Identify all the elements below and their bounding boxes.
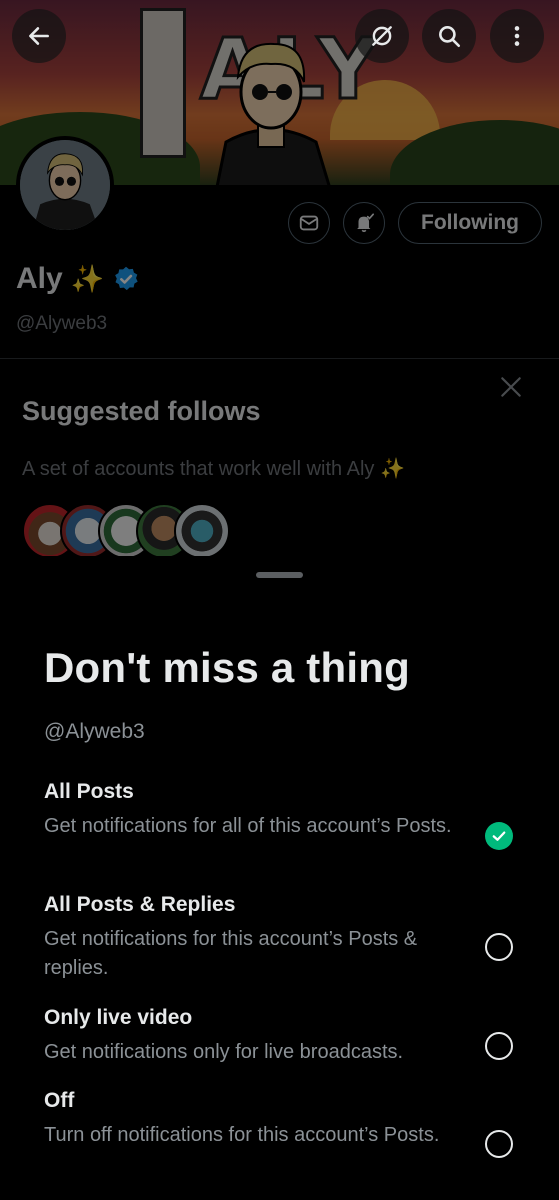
sheet-drag-handle[interactable] bbox=[256, 572, 303, 578]
option-title: Only live video bbox=[44, 1006, 193, 1029]
option-radio[interactable] bbox=[485, 933, 513, 961]
profile-screen: ALY bbox=[0, 0, 559, 1200]
profile-name-row: Aly ✨ bbox=[16, 262, 140, 296]
sheet-title: Don't miss a thing bbox=[44, 644, 410, 691]
profile-avatar[interactable] bbox=[16, 136, 114, 234]
banner-character-illustration bbox=[215, 42, 331, 185]
checkmark-icon bbox=[492, 831, 506, 841]
search-button[interactable] bbox=[422, 9, 476, 63]
notifications-button[interactable] bbox=[343, 202, 385, 244]
divider bbox=[0, 358, 559, 359]
option-title: Off bbox=[44, 1089, 75, 1112]
option-radio[interactable] bbox=[485, 1130, 513, 1158]
avatar-illustration bbox=[20, 140, 110, 230]
following-button[interactable]: Following bbox=[398, 202, 542, 244]
search-icon bbox=[439, 26, 461, 48]
suggested-avatar bbox=[174, 503, 230, 559]
option-description: Get notifications for all of this accoun… bbox=[44, 815, 452, 837]
option-title: All Posts & Replies bbox=[44, 893, 236, 916]
option-description: Get notifications for this account’s Pos… bbox=[44, 928, 418, 979]
arrow-left-icon bbox=[29, 27, 49, 45]
option-all-posts-replies[interactable]: All Posts & Replies Get notifications fo… bbox=[44, 891, 544, 983]
profile-display-name: Aly bbox=[16, 262, 63, 295]
grok-icon bbox=[372, 26, 392, 46]
option-radio[interactable] bbox=[485, 1032, 513, 1060]
notification-settings-sheet: Don't miss a thing @Alyweb3 All Posts Ge… bbox=[0, 556, 559, 1200]
back-button[interactable] bbox=[12, 9, 66, 63]
more-options-button[interactable] bbox=[490, 9, 544, 63]
option-all-posts[interactable]: All Posts Get notifications for all of t… bbox=[44, 778, 544, 850]
sparkle-emoji: ✨ bbox=[70, 264, 105, 294]
option-description: Turn off notifications for this account’… bbox=[44, 1124, 440, 1146]
option-off[interactable]: Off Turn off notifications for this acco… bbox=[44, 1087, 544, 1158]
bell-check-icon bbox=[357, 213, 374, 233]
option-radio-selected[interactable] bbox=[485, 822, 513, 850]
suggested-follows-title: Suggested follows bbox=[22, 396, 261, 426]
verified-badge-icon[interactable] bbox=[112, 265, 140, 293]
sheet-handle: @Alyweb3 bbox=[44, 720, 145, 743]
option-only-live-video[interactable]: Only live video Get notifications only f… bbox=[44, 1004, 544, 1067]
profile-handle: @Alyweb3 bbox=[16, 313, 108, 334]
close-icon[interactable] bbox=[498, 374, 524, 400]
more-vertical-icon bbox=[514, 26, 520, 46]
message-button[interactable] bbox=[288, 202, 330, 244]
grok-button[interactable] bbox=[355, 9, 409, 63]
envelope-icon bbox=[299, 215, 319, 231]
option-title: All Posts bbox=[44, 780, 134, 803]
option-description: Get notifications only for live broadcas… bbox=[44, 1041, 404, 1063]
suggested-avatars-stack[interactable] bbox=[22, 503, 242, 559]
banner-tower bbox=[140, 8, 186, 158]
suggested-follows-subtitle: A set of accounts that work well with Al… bbox=[22, 458, 405, 480]
